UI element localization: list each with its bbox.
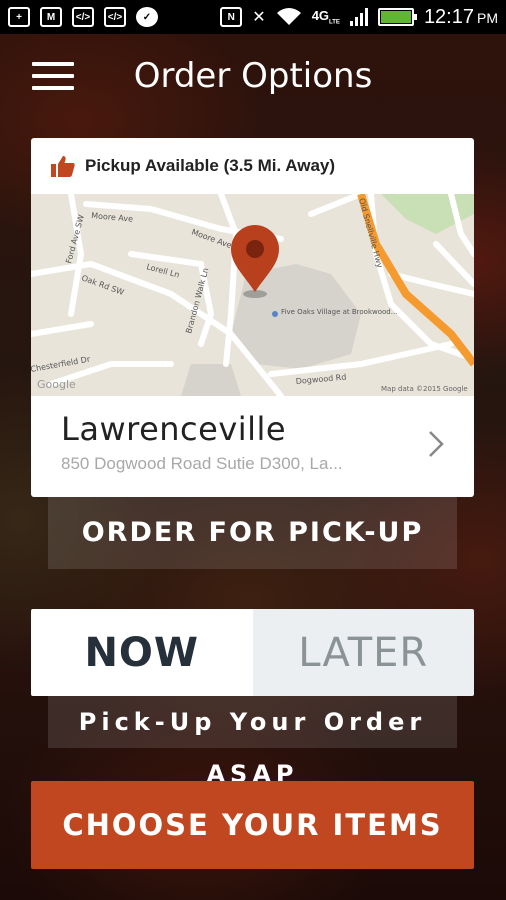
code-icon: </> — [72, 7, 94, 27]
network-label: 4GLTE — [311, 8, 340, 26]
store-map[interactable]: Moore Ave Moore Ave Ford Ave SW Lorell L… — [31, 194, 474, 396]
pickup-availability: Pickup Available (3.5 Mi. Away) — [31, 138, 474, 194]
code-icon: </> — [104, 7, 126, 27]
mute-icon: ✕ — [252, 9, 266, 26]
now-option[interactable]: NOW — [31, 609, 253, 696]
later-option[interactable]: LATER — [252, 609, 474, 696]
wifi-icon — [276, 8, 301, 25]
clock: 12:17 PM — [423, 5, 498, 28]
location-card: Pickup Available (3.5 Mi. Away) Moore Av… — [31, 138, 474, 497]
timing-toggle: NOW LATER — [31, 609, 474, 696]
store-address: 850 Dogwood Road Sutie D300, La... — [61, 454, 343, 473]
signal-icon — [349, 8, 368, 26]
chevron-right-icon — [429, 431, 444, 457]
battery-icon — [377, 8, 417, 26]
pickup-asap-label: Pick-Up Your Order ASAP — [48, 696, 457, 788]
app-header: Order Options — [0, 34, 506, 118]
gmail-icon: M — [40, 7, 62, 27]
status-bar: + M </> </> ✓ N ✕ 4GLTE 12:17 PM — [0, 0, 506, 34]
plus-box-icon: + — [8, 7, 30, 27]
page-title: Order Options — [133, 56, 373, 96]
thumbs-up-icon — [51, 156, 75, 177]
map-credit: Map data ©2015 Google — [381, 385, 468, 393]
pickup-text: Pickup Available (3.5 Mi. Away) — [85, 156, 336, 175]
chat-icon: ✓ — [136, 7, 158, 27]
store-location-row[interactable]: Lawrenceville 850 Dogwood Road Sutie D30… — [31, 396, 474, 497]
choose-items-button[interactable]: CHOOSE YOUR ITEMS — [31, 781, 474, 869]
order-for-pickup-button[interactable]: ORDER FOR PICK-UP — [48, 497, 457, 569]
nfc-icon: N — [220, 7, 243, 27]
google-logo: Google — [37, 378, 76, 391]
map-poi-label: Five Oaks Village at Brookwood... — [281, 308, 397, 316]
store-name: Lawrenceville — [61, 410, 287, 448]
